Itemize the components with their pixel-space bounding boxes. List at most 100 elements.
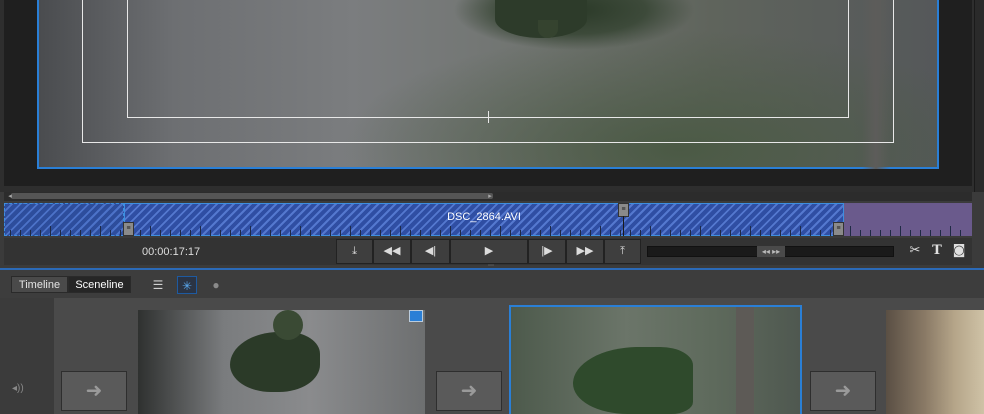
ruler-tick [730, 230, 731, 236]
ruler-tick [170, 230, 171, 236]
current-timecode[interactable]: 00:00:17:17 [142, 246, 200, 258]
shuttle-handle[interactable]: ◂◂ ▸▸ [757, 246, 785, 257]
scene-thumbnail-3[interactable] [886, 310, 984, 414]
ruler-tick [400, 226, 401, 236]
ruler-tick [300, 226, 301, 236]
tab-sceneline[interactable]: Sceneline [68, 276, 131, 293]
out-point-marker[interactable]: ≡ [833, 222, 844, 236]
transition-slot-3[interactable]: ➜ [810, 371, 876, 411]
ruler-tick [470, 230, 471, 236]
ruler-tick [910, 230, 911, 236]
ruler-tick [890, 230, 891, 236]
go-to-in-button[interactable]: ⤓ [336, 239, 373, 264]
ruler-tick [390, 230, 391, 236]
in-point-marker[interactable]: ≡ [123, 222, 134, 236]
ruler-tick [70, 230, 71, 236]
ruler-tick [960, 230, 961, 236]
scene-thumbnail-1[interactable] [138, 310, 425, 414]
ruler-tick [350, 226, 351, 236]
ruler-tick [850, 226, 851, 236]
thumbnail-leaves [230, 332, 320, 392]
right-panel-edge [974, 0, 984, 192]
ruler-tick [680, 230, 681, 236]
ruler-tick [750, 226, 751, 236]
ruler-tick [270, 230, 271, 236]
step-back-button[interactable]: ◀| [411, 239, 450, 264]
center-tick [488, 111, 489, 123]
ruler-tick [550, 226, 551, 236]
tab-timeline[interactable]: Timeline [11, 276, 68, 293]
ruler-tick [820, 230, 821, 236]
ruler-tick [780, 230, 781, 236]
add-text-icon[interactable]: T [926, 240, 948, 262]
ruler-tick [250, 226, 251, 236]
playhead-line [623, 216, 624, 236]
ruler-tick [110, 230, 111, 236]
ruler-tick [30, 230, 31, 236]
clip-preceding[interactable] [4, 203, 124, 236]
ruler-tick [710, 230, 711, 236]
volume-icon[interactable]: ◂)) [12, 383, 24, 394]
ruler-tick [260, 230, 261, 236]
monitor-scrollbar-thumb[interactable] [11, 193, 493, 199]
ruler-tick [430, 230, 431, 236]
ruler-tick [720, 230, 721, 236]
audio-tool-icon[interactable]: ● [206, 276, 226, 294]
ruler-tick [320, 230, 321, 236]
ruler-tick [560, 230, 561, 236]
ruler-tick [600, 226, 601, 236]
ruler-tick [740, 230, 741, 236]
ruler-tick [80, 230, 81, 236]
clip-following[interactable] [844, 203, 972, 236]
ruler-tick [330, 230, 331, 236]
scroll-right-icon[interactable]: ▸ [486, 193, 494, 200]
ruler-tick [490, 230, 491, 236]
freeze-frame-camera-icon[interactable]: ◙ [948, 240, 970, 262]
ruler-tick [50, 226, 51, 236]
ruler-tick [860, 230, 861, 236]
ruler-tick [510, 230, 511, 236]
ruler-tick [20, 230, 21, 236]
playhead-marker[interactable]: ≡ [618, 203, 629, 217]
clip-name-label: DSC_2864.AVI [447, 211, 521, 223]
ruler-tick [630, 230, 631, 236]
ruler-tick [60, 230, 61, 236]
ruler-tick [870, 230, 871, 236]
ruler-tick [420, 230, 421, 236]
ruler-tick [610, 230, 611, 236]
ruler-tick [360, 230, 361, 236]
transition-slot-2[interactable]: ➜ [436, 371, 502, 411]
ruler-tick [700, 226, 701, 236]
list-view-icon[interactable]: ☰ [148, 276, 168, 294]
ruler-tick [90, 230, 91, 236]
scene-thumbnail-2[interactable] [511, 307, 800, 414]
ruler-tick [930, 230, 931, 236]
ruler-tick [620, 230, 621, 236]
scroll-left-icon[interactable]: ◂ [6, 193, 14, 200]
play-button[interactable]: ▶ [450, 239, 528, 264]
step-forward-button[interactable]: |▶ [528, 239, 566, 264]
rewind-button[interactable]: ◀◀ [373, 239, 411, 264]
ruler-tick [290, 230, 291, 236]
smart-fix-icon[interactable]: ✳ [177, 276, 197, 294]
ruler-tick [410, 230, 411, 236]
ruler-tick [770, 230, 771, 236]
ruler-tick [240, 230, 241, 236]
ruler-tick [670, 230, 671, 236]
split-clip-scissors-icon[interactable]: ✂ [904, 240, 926, 262]
ruler-tick [160, 230, 161, 236]
ruler-tick [180, 230, 181, 236]
go-to-out-button[interactable]: ⤒ [604, 239, 641, 264]
ruler-tick [220, 230, 221, 236]
ruler-tick [450, 226, 451, 236]
clip-properties-icon[interactable] [409, 310, 423, 322]
ruler-tick [900, 226, 901, 236]
resize-grip-icon[interactable]: ⋯ [488, 263, 500, 269]
ruler-tick [210, 230, 211, 236]
title-safe-guide [127, 0, 849, 118]
transition-slot-1[interactable]: ➜ [61, 371, 127, 411]
ruler-tick [200, 226, 201, 236]
ruler-tick [340, 230, 341, 236]
ruler-tick [790, 230, 791, 236]
fast-forward-button[interactable]: ▶▶ [566, 239, 604, 264]
